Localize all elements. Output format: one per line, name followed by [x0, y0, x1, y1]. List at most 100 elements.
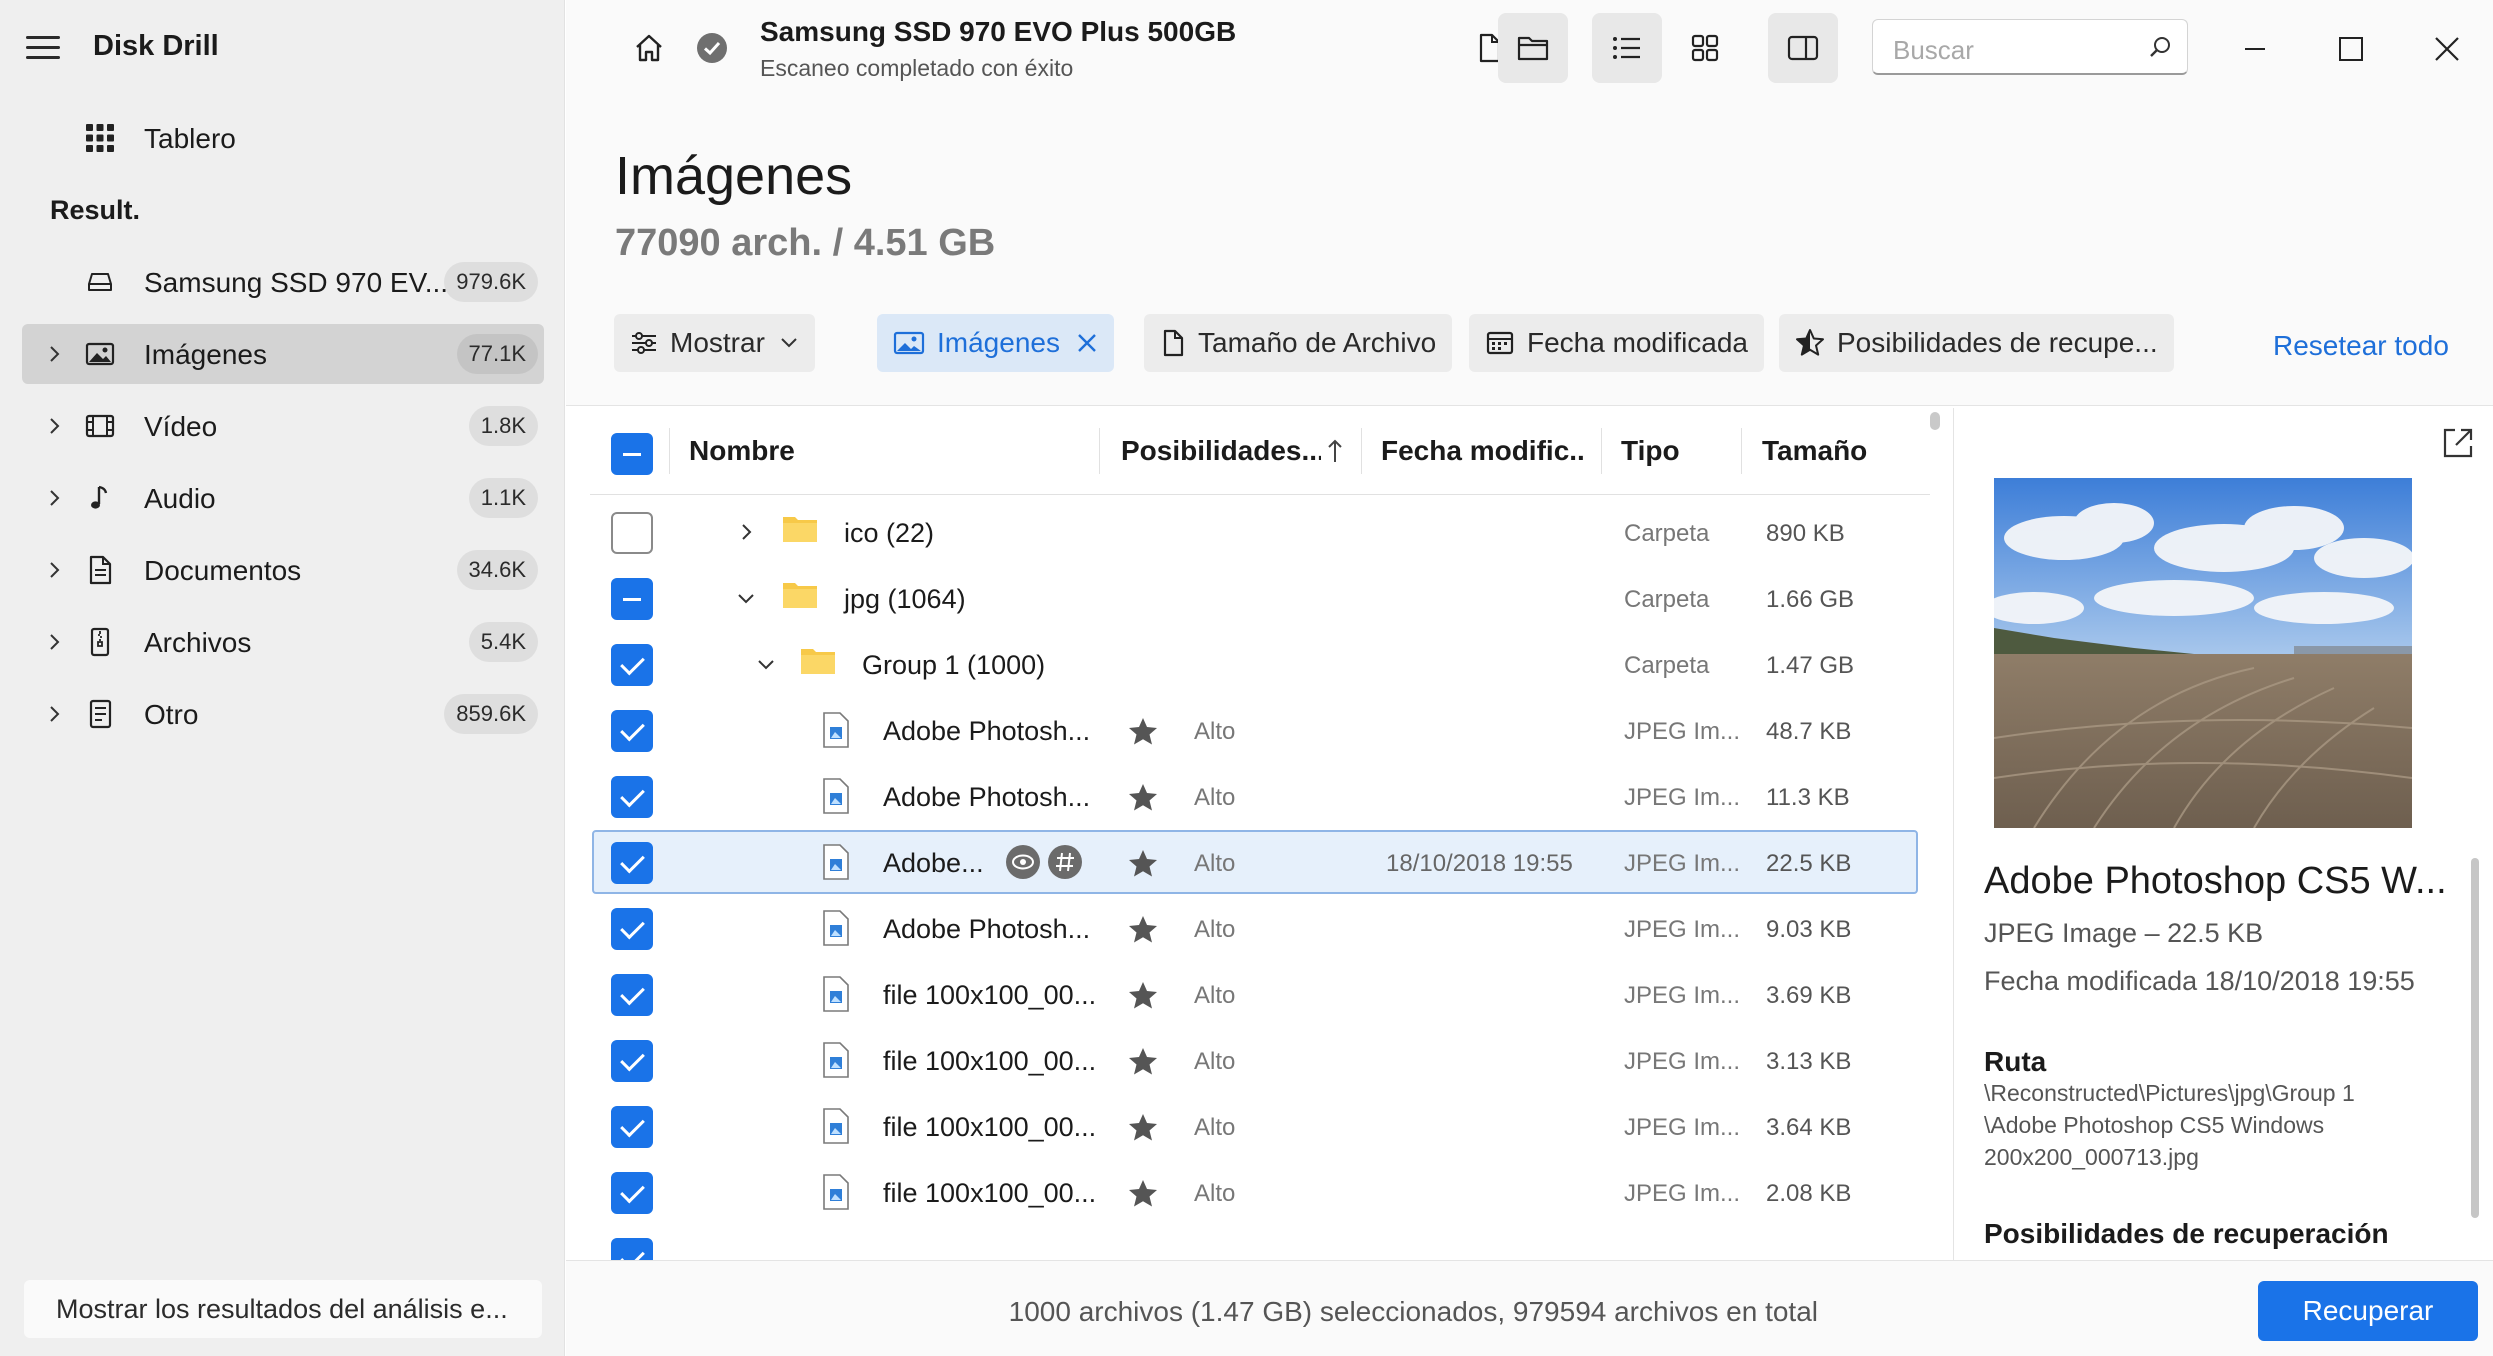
- preview-path-line: \Adobe Photoshop CS5 Windows: [1984, 1112, 2325, 1138]
- recovery-chances-filter[interactable]: Posibilidades de recupe...: [1779, 314, 2174, 372]
- images-filter-chip[interactable]: Imágenes: [877, 314, 1114, 372]
- recover-button[interactable]: Recuperar: [2258, 1281, 2478, 1341]
- table-row[interactable]: ico (22) Carpeta 890 KB: [566, 500, 1951, 566]
- column-header-date[interactable]: Fecha modific...: [1381, 408, 1586, 494]
- preview-path-heading: Ruta: [1984, 1046, 2047, 1077]
- row-name: file 100x100_00...: [883, 1046, 1097, 1076]
- row-checkbox[interactable]: [611, 1040, 653, 1082]
- close-button[interactable]: [2412, 14, 2482, 84]
- chevron-right-icon[interactable]: [44, 416, 64, 436]
- show-filter-dropdown[interactable]: Mostrar: [614, 314, 815, 372]
- table-row[interactable]: Adobe Photosh... Alto JPEG Im... 9.03 KB: [566, 896, 1951, 962]
- page-title: Imágenes: [615, 146, 853, 206]
- reset-all-link[interactable]: Resetear todo: [2273, 330, 2449, 362]
- row-size: 1.47 GB: [1766, 652, 1855, 679]
- chevron-down-icon[interactable]: [736, 588, 756, 608]
- minimize-button[interactable]: [2220, 14, 2290, 84]
- row-checkbox[interactable]: [611, 578, 653, 620]
- chevron-right-icon[interactable]: [44, 632, 64, 652]
- row-checkbox[interactable]: [611, 1238, 653, 1260]
- hamburger-menu-icon[interactable]: [26, 36, 60, 60]
- preview-scrollbar[interactable]: [2471, 858, 2479, 1218]
- maximize-button[interactable]: [2316, 14, 2386, 84]
- sort-ascending-icon[interactable]: [1326, 438, 1344, 464]
- sidebar: Disk Drill Tablero Result. Samsung SSD 9…: [0, 0, 565, 1356]
- table-row[interactable]: [566, 1226, 1951, 1260]
- table-row[interactable]: jpg (1064) Carpeta 1.66 GB: [566, 566, 1951, 632]
- table-row[interactable]: Adobe Photosh... Alto JPEG Im... 48.7 KB: [566, 698, 1951, 764]
- count-badge: 979.6K: [444, 262, 538, 302]
- row-checkbox[interactable]: [611, 1106, 653, 1148]
- grid-view-button[interactable]: [1670, 13, 1740, 83]
- row-checkbox[interactable]: [611, 710, 653, 752]
- chevron-down-icon[interactable]: [756, 654, 776, 674]
- sidebar-item-dashboard[interactable]: Tablero: [22, 108, 544, 168]
- date-modified-filter[interactable]: Fecha modificada: [1469, 314, 1765, 372]
- table-row[interactable]: Adobe Photosh... Alto JPEG Im... 11.3 KB: [566, 764, 1951, 830]
- jpeg-file-icon: [823, 1108, 849, 1144]
- preview-chances-heading: Posibilidades de recuperación: [1984, 1218, 2389, 1249]
- hash-icon[interactable]: [1048, 845, 1082, 879]
- search-input[interactable]: Buscar: [1872, 19, 2188, 75]
- drive-icon: [88, 273, 112, 291]
- table-scrollbar[interactable]: [1930, 412, 1940, 430]
- row-name: ico (22): [844, 518, 935, 548]
- sidebar-item-documents[interactable]: Documentos 34.6K: [22, 540, 544, 600]
- table-row-selected[interactable]: Adobe... Alto 18/10/2018 19:55 JPEG Im..…: [566, 830, 1951, 896]
- row-name: file 100x100_00...: [883, 980, 1097, 1010]
- chances-filter-label: Posibilidades de recupe...: [1837, 327, 2158, 358]
- sidebar-item-archives[interactable]: Archivos 5.4K: [22, 612, 544, 672]
- count-badge: 1.1K: [468, 478, 538, 518]
- sidebar-item-video[interactable]: Vídeo 1.8K: [22, 396, 544, 456]
- search-icon[interactable]: [2147, 34, 2173, 60]
- show-analysis-results-button[interactable]: Mostrar los resultados del análisis e...: [24, 1280, 542, 1338]
- row-size: 22.5 KB: [1766, 850, 1852, 877]
- column-header-chances[interactable]: Posibilidades...: [1121, 408, 1321, 494]
- app-title: Disk Drill: [93, 30, 219, 62]
- music-note-icon: [91, 485, 108, 509]
- select-all-checkbox[interactable]: [611, 433, 653, 475]
- jpeg-file-icon: [823, 910, 849, 946]
- table-row[interactable]: file 100x100_00... Alto JPEG Im... 2.08 …: [566, 1160, 1951, 1226]
- row-checkbox[interactable]: [611, 512, 653, 554]
- chevron-right-icon[interactable]: [44, 344, 64, 364]
- search-placeholder: Buscar: [1893, 35, 1974, 65]
- table-row[interactable]: file 100x100_00... Alto JPEG Im... 3.13 …: [566, 1028, 1951, 1094]
- selection-status: 1000 archivos (1.47 GB) seleccionados, 9…: [1008, 1296, 1818, 1327]
- folder-view-button[interactable]: [1498, 13, 1568, 83]
- row-checkbox[interactable]: [611, 1172, 653, 1214]
- chevron-right-icon[interactable]: [44, 560, 64, 580]
- table-row[interactable]: file 100x100_00... Alto JPEG Im... 3.69 …: [566, 962, 1951, 1028]
- row-checkbox[interactable]: [611, 908, 653, 950]
- close-icon: [2435, 37, 2459, 61]
- date-filter-label: Fecha modificada: [1527, 327, 1749, 358]
- list-view-button[interactable]: [1592, 13, 1662, 83]
- image-icon: [893, 331, 925, 355]
- sidebar-item-images[interactable]: Imágenes 77.1K: [22, 324, 544, 384]
- preview-panel-toggle[interactable]: [1768, 13, 1838, 83]
- column-header-name[interactable]: Nombre: [689, 408, 989, 494]
- remove-filter-icon[interactable]: [1076, 332, 1098, 354]
- sidebar-item-other[interactable]: Otro 859.6K: [22, 684, 544, 744]
- sidebar-item-device[interactable]: Samsung SSD 970 EV... 979.6K: [22, 252, 544, 312]
- home-button[interactable]: [614, 13, 684, 83]
- chevron-right-icon[interactable]: [736, 522, 756, 542]
- chevron-right-icon[interactable]: [44, 704, 64, 724]
- list-icon: [1613, 37, 1640, 59]
- table-row[interactable]: file 100x100_00... Alto JPEG Im... 3.64 …: [566, 1094, 1951, 1160]
- column-header-size[interactable]: Tamaño: [1762, 408, 1912, 494]
- chevron-right-icon[interactable]: [44, 488, 64, 508]
- star-icon: [1796, 329, 1824, 356]
- count-badge: 34.6K: [456, 550, 538, 590]
- row-checkbox[interactable]: [611, 776, 653, 818]
- preview-eye-icon[interactable]: [1006, 845, 1040, 879]
- column-header-type[interactable]: Tipo: [1621, 408, 1731, 494]
- row-checkbox[interactable]: [611, 974, 653, 1016]
- file-size-filter[interactable]: Tamaño de Archivo: [1144, 314, 1453, 372]
- sidebar-item-audio[interactable]: Audio 1.1K: [22, 468, 544, 528]
- file-icon: [1163, 329, 1184, 357]
- row-checkbox[interactable]: [611, 644, 653, 686]
- table-row[interactable]: Group 1 (1000) Carpeta 1.47 GB: [566, 632, 1951, 698]
- open-external-icon[interactable]: [2441, 426, 2475, 460]
- row-checkbox[interactable]: [611, 842, 653, 884]
